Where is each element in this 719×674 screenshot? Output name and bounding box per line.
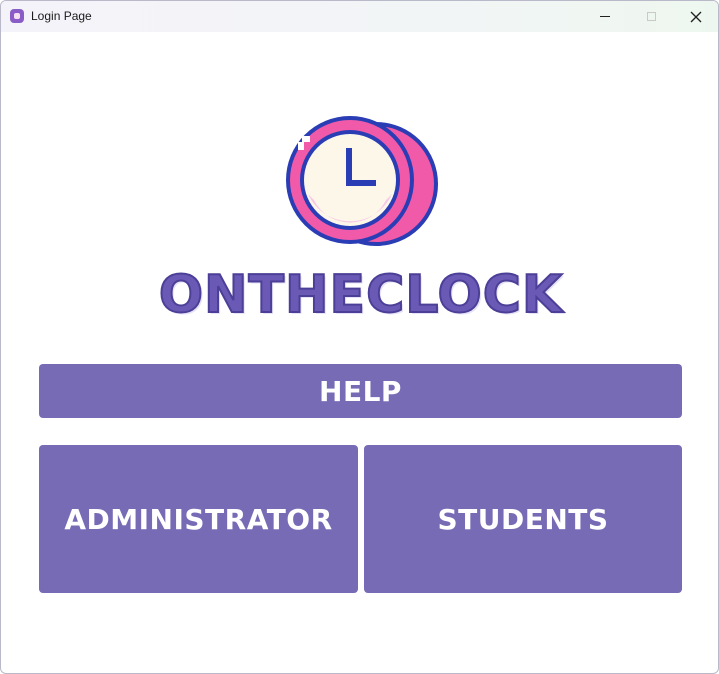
window-title: Login Page bbox=[31, 9, 92, 23]
title-bar[interactable]: Login Page bbox=[1, 1, 718, 32]
minimize-button[interactable] bbox=[582, 1, 628, 32]
app-icon bbox=[10, 9, 24, 23]
help-button[interactable]: HELP bbox=[39, 364, 682, 418]
minimize-icon bbox=[600, 16, 610, 17]
close-icon bbox=[690, 11, 702, 22]
administrator-button[interactable]: ADMINISTRATOR bbox=[39, 445, 358, 593]
brand-wordmark: ONTHECLOCK bbox=[158, 264, 564, 326]
pixel-clock-icon bbox=[286, 116, 438, 246]
close-button[interactable] bbox=[673, 1, 718, 32]
maximize-button[interactable] bbox=[628, 1, 674, 32]
students-button[interactable]: STUDENTS bbox=[364, 445, 682, 593]
maximize-icon bbox=[646, 12, 656, 21]
login-window: Login Page ONTHECLOCK HELP ADMINISTRATOR… bbox=[0, 0, 719, 674]
